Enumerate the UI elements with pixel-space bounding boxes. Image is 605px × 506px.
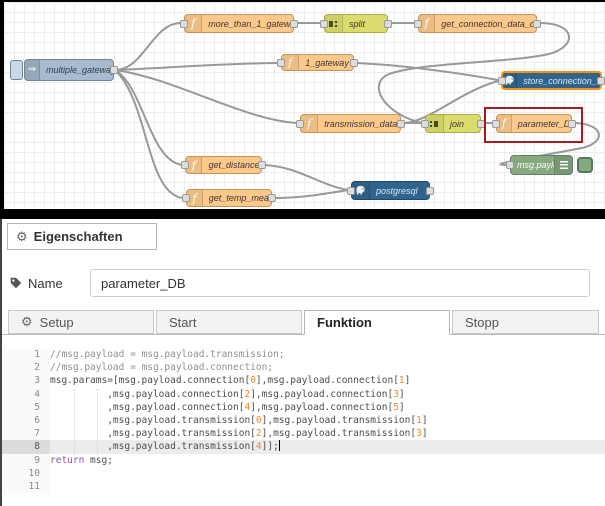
- flow-canvas[interactable]: ⇒ multiple_gateways f more_than_1_gatew …: [0, 0, 605, 209]
- wire: [115, 70, 183, 198]
- name-label: Name: [10, 276, 90, 291]
- node-split[interactable]: split: [324, 14, 388, 33]
- input-port[interactable]: [414, 20, 422, 28]
- node-get-temp-meas[interactable]: f get_temp_meas: [186, 189, 272, 207]
- line-number: 8: [2, 440, 50, 453]
- output-port[interactable]: [350, 59, 358, 67]
- debug-list-icon: [554, 156, 572, 174]
- indent-guide: [97, 389, 98, 455]
- input-port[interactable]: [296, 120, 304, 128]
- node-more-than-1-gatew[interactable]: f more_than_1_gatew: [184, 14, 294, 33]
- code-line[interactable]: 1//msg.payload = msg.payload.transmissio…: [2, 348, 605, 361]
- node-get-connection-data-db[interactable]: f get_connection_data_db: [418, 14, 537, 33]
- inject-button[interactable]: [10, 60, 23, 80]
- node-label: multiple_gateways: [40, 65, 113, 75]
- line-number: 7: [2, 427, 50, 440]
- node-label: postgresql: [370, 186, 424, 196]
- code-line[interactable]: 6 ,msg.payload.transmission[0],msg.paylo…: [2, 414, 605, 427]
- node-label: get_distance: [202, 160, 261, 170]
- node-label: get_connection_data_db: [435, 19, 536, 29]
- properties-tab-label: Eigenschaften: [34, 229, 123, 244]
- selection-highlight-rectangle: [484, 107, 583, 143]
- code-line[interactable]: 4 ,msg.payload.connection[2],msg.payload…: [2, 388, 605, 401]
- output-port[interactable]: [268, 194, 276, 202]
- code-line[interactable]: 2//msg.payload = msg.payload.connection;: [2, 361, 605, 374]
- output-port[interactable]: [397, 120, 405, 128]
- line-number: 5: [2, 401, 50, 414]
- node-label: store_connection_data: [517, 76, 600, 86]
- debug-toggle-button[interactable]: [577, 157, 593, 173]
- node-red-editor: ⇒ multiple_gateways f more_than_1_gatew …: [0, 0, 605, 506]
- gear-icon: ⚙: [16, 229, 28, 245]
- node-label: split: [343, 19, 371, 29]
- line-number: 11: [2, 480, 50, 493]
- node-label: msg.payload: [511, 160, 554, 170]
- line-number: 10: [2, 467, 50, 480]
- code-line[interactable]: 10: [2, 467, 605, 480]
- function-tabbar: ⚙ Setup Start Funktion Stopp: [2, 310, 605, 335]
- wire: [275, 190, 348, 198]
- output-port[interactable]: [533, 20, 541, 28]
- tab-funktion[interactable]: Funktion: [304, 310, 450, 335]
- tag-icon: [10, 277, 22, 289]
- node-label: more_than_1_gatew: [202, 19, 293, 29]
- wire: [115, 63, 278, 70]
- input-port[interactable]: [506, 161, 514, 169]
- indent-guide: [74, 389, 75, 455]
- input-port[interactable]: [182, 194, 190, 202]
- input-port[interactable]: [421, 120, 429, 128]
- output-port[interactable]: [258, 161, 266, 169]
- text-cursor: [279, 440, 280, 451]
- node-multiple-gateways[interactable]: ⇒ multiple_gateways: [24, 59, 114, 81]
- node-join[interactable]: join: [425, 114, 481, 133]
- input-port[interactable]: [277, 59, 285, 67]
- node-label: 1_gateway: [299, 58, 353, 68]
- tab-setup[interactable]: ⚙ Setup: [8, 310, 154, 334]
- code-editor[interactable]: 1//msg.payload = msg.payload.transmissio…: [2, 345, 605, 506]
- node-get-distance[interactable]: f get_distance: [185, 156, 262, 174]
- node-msg-payload[interactable]: msg.payload: [510, 155, 573, 175]
- node-transmission-data[interactable]: f transmission_data: [300, 114, 401, 133]
- output-port[interactable]: [384, 20, 392, 28]
- input-port[interactable]: [180, 20, 188, 28]
- wire: [265, 165, 348, 190]
- output-port[interactable]: [110, 66, 118, 74]
- code-line[interactable]: 9return msg;: [2, 454, 605, 467]
- node-1-gateway[interactable]: f 1_gateway: [281, 54, 354, 71]
- input-port[interactable]: [347, 187, 355, 195]
- name-row: Name: [10, 268, 600, 298]
- wire: [115, 70, 297, 123]
- code-line[interactable]: 11: [2, 480, 605, 493]
- line-number: 4: [2, 388, 50, 401]
- output-port[interactable]: [290, 20, 298, 28]
- line-number: 1: [2, 348, 50, 361]
- panel-divider: [0, 209, 605, 219]
- line-number: 3: [2, 374, 50, 387]
- node-label: transmission_data: [318, 119, 400, 129]
- node-postgresql[interactable]: postgresql: [351, 181, 430, 200]
- code-line[interactable]: 8 ,msg.payload.transmission[4]];: [2, 440, 605, 453]
- tab-eigenschaften[interactable]: ⚙ Eigenschaften: [7, 223, 157, 250]
- wire: [115, 23, 181, 70]
- name-input[interactable]: [90, 269, 590, 297]
- node-label: get_temp_meas: [203, 193, 271, 203]
- input-port[interactable]: [181, 161, 189, 169]
- input-port[interactable]: [320, 20, 328, 28]
- node-label: join: [444, 119, 470, 129]
- input-port[interactable]: [498, 77, 506, 85]
- properties-panel: ⚙ Eigenschaften Name ⚙ Setup Start Funkt…: [0, 219, 605, 506]
- output-port[interactable]: [597, 77, 605, 85]
- tab-start[interactable]: Start: [156, 310, 302, 334]
- code-line[interactable]: 7 ,msg.payload.transmission[2],msg.paylo…: [2, 427, 605, 440]
- line-number: 6: [2, 414, 50, 427]
- gear-icon: ⚙: [21, 314, 33, 330]
- line-number: 2: [2, 361, 50, 374]
- code-line[interactable]: 5 ,msg.payload.connection[4],msg.payload…: [2, 401, 605, 414]
- line-number: 9: [2, 454, 50, 467]
- tab-stopp[interactable]: Stopp: [452, 310, 599, 334]
- node-store-connection-data[interactable]: store_connection_data: [501, 71, 602, 90]
- code-line[interactable]: 3msg.params=[msg.payload.connection[0],m…: [2, 374, 605, 387]
- inject-arrow-icon: ⇒: [25, 60, 40, 80]
- output-port[interactable]: [426, 187, 434, 195]
